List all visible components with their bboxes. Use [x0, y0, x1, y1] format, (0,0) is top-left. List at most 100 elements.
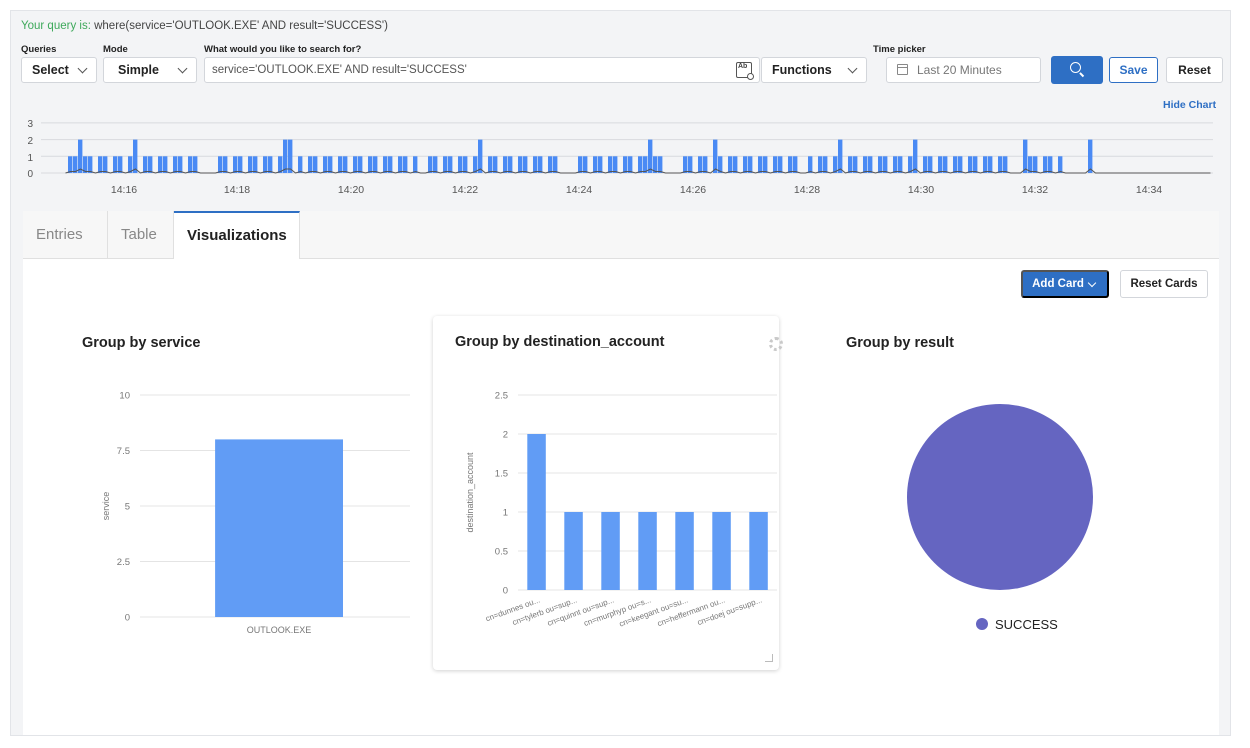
timeline-y-tick: 1 — [27, 153, 33, 164]
timeline-bar — [538, 156, 543, 173]
mode-select[interactable]: Simple — [103, 57, 197, 83]
timeline-bar — [778, 156, 783, 173]
timeline-bar — [178, 156, 183, 173]
timeline-bar — [298, 156, 303, 173]
timeline-bar — [518, 156, 523, 173]
timeline-x-tick: 14:22 — [452, 184, 478, 196]
timeline-bar — [433, 156, 438, 173]
app-window: Your query is: where(service='OUTLOOK.EX… — [10, 10, 1231, 736]
timeline-bar — [313, 156, 318, 173]
destination-bar-chart: 2.521.510.50destination_accountcn=dunnes… — [465, 391, 777, 629]
functions-select[interactable]: Functions — [761, 57, 867, 83]
timeline-bar — [998, 156, 1003, 173]
timeline-bar — [943, 156, 948, 173]
add-card-label: Add Card — [1032, 278, 1084, 290]
timeline-y-tick: 0 — [27, 169, 33, 180]
bar — [215, 439, 343, 617]
timeline-y-tick: 3 — [27, 119, 33, 130]
timeline-bar — [868, 156, 873, 173]
timeline-bar — [368, 156, 373, 173]
timeline-bar — [1023, 139, 1028, 173]
queries-select[interactable]: Select — [21, 57, 97, 83]
timeline-x-tick: 14:28 — [794, 184, 820, 196]
pie-slice — [907, 404, 1093, 590]
tab-table[interactable]: Table — [108, 211, 174, 259]
timeline-bar — [493, 156, 498, 173]
timeline-bar — [793, 156, 798, 173]
timeline-bar — [898, 156, 903, 173]
timeline-bar — [118, 156, 123, 173]
functions-select-value: Functions — [772, 63, 832, 77]
timeline-bar — [1003, 156, 1008, 173]
timeline-bar — [173, 156, 178, 173]
search-icon — [1070, 62, 1081, 73]
timeline-bar — [148, 156, 153, 173]
timeline-bar — [268, 156, 273, 173]
timeline-bar — [238, 156, 243, 173]
timeline-bar — [338, 156, 343, 173]
y-tick-label: 10 — [119, 391, 130, 402]
hide-chart-link[interactable]: Hide Chart — [1163, 99, 1216, 111]
timeline-x-tick: 14:26 — [680, 184, 706, 196]
visualizations-panel: Add Card Reset Cards Group by service 10… — [23, 259, 1219, 735]
y-tick-label: 5 — [125, 502, 130, 513]
reset-button[interactable]: Reset — [1166, 57, 1223, 83]
card-group-by-result: Group by result SUCCESS — [818, 317, 1188, 667]
save-button[interactable]: Save — [1109, 57, 1158, 83]
timeline-bar — [698, 156, 703, 173]
timeline-bar — [613, 156, 618, 173]
timeline-x-tick: 14:16 — [111, 184, 137, 196]
tab-visualizations[interactable]: Visualizations — [174, 211, 300, 260]
search-input[interactable] — [204, 57, 760, 83]
timeline-bar — [688, 156, 693, 173]
timeline-x-tick: 14:30 — [908, 184, 934, 196]
timeline-bar — [248, 156, 253, 173]
timeline-bar — [683, 156, 688, 173]
timeline-bar — [598, 156, 603, 173]
service-bar-chart: 10 7.5 5 2.5 0 service OUTLOOK.EXE — [101, 391, 410, 635]
timeline-bar — [983, 156, 988, 173]
timeline-bar — [403, 156, 408, 173]
timeline-bar — [713, 139, 718, 173]
timeline-bar — [878, 156, 883, 173]
timeline-bar — [658, 156, 663, 173]
timeline-bar — [353, 156, 358, 173]
timeline-bar — [1088, 139, 1093, 173]
timeline-bar — [308, 156, 313, 173]
card-group-by-service: Group by service 10 7.5 5 2.5 0 service OUTLOO… — [60, 317, 410, 667]
timeline-bar — [193, 156, 198, 173]
timeline-bar — [463, 156, 468, 173]
query-text: where(service='OUTLOOK.EXE' AND result='… — [90, 20, 388, 32]
tab-entries[interactable]: Entries — [23, 211, 108, 259]
syntax-check-icon[interactable]: Ab — [736, 62, 754, 80]
timeline-bar — [968, 156, 973, 173]
timeline-bar — [143, 156, 148, 173]
timeline-bar — [133, 139, 138, 173]
search-button[interactable] — [1051, 56, 1103, 84]
timeline-bar — [98, 156, 103, 173]
calendar-icon — [897, 64, 908, 75]
timeline-bar — [383, 156, 388, 173]
timeline-bar — [928, 156, 933, 173]
timeline-bar — [548, 156, 553, 173]
x-tick-label: cn=doej ou=supp... — [696, 595, 763, 627]
timeline-bar — [163, 156, 168, 173]
timeline-bar — [1048, 156, 1053, 173]
timeline-bar — [728, 156, 733, 173]
bar — [601, 512, 620, 590]
timeline-bar — [743, 156, 748, 173]
reset-cards-button[interactable]: Reset Cards — [1120, 270, 1208, 298]
query-summary: Your query is: where(service='OUTLOOK.EX… — [21, 20, 388, 32]
timeline-bar — [638, 156, 643, 173]
time-picker-input[interactable] — [886, 57, 1041, 83]
timeline-bar — [358, 156, 363, 173]
timeline-y-tick: 2 — [27, 136, 33, 147]
y-tick-label: 1.5 — [495, 469, 508, 480]
timeline-bar — [583, 156, 588, 173]
legend-label: SUCCESS — [995, 617, 1058, 632]
y-axis-label: destination_account — [465, 452, 475, 533]
add-card-button[interactable]: Add Card — [1021, 270, 1109, 298]
timeline-bar — [788, 156, 793, 173]
chevron-down-icon — [177, 63, 188, 74]
bar — [675, 512, 694, 590]
